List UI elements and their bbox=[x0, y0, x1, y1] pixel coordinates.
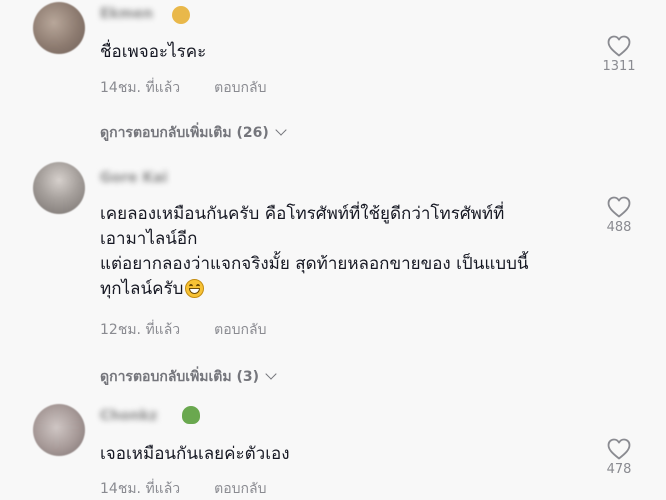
comment-text: เจอเหมือนกันเลยค่ะตัวเอง bbox=[100, 444, 290, 464]
view-more-replies-button[interactable]: ดูการตอบกลับเพิ่มเติม (26) bbox=[100, 122, 287, 144]
reply-button[interactable]: ตอบกลับ bbox=[214, 80, 266, 96]
comment-text: ชื่อเพจอะไรคะ bbox=[100, 42, 207, 62]
view-more-replies-label: ดูการตอบกลับเพิ่มเติม (26) bbox=[100, 125, 269, 141]
avatar[interactable] bbox=[33, 2, 85, 54]
like-count: 1311 bbox=[602, 59, 636, 74]
heart-outline-icon bbox=[607, 35, 631, 57]
comment-meta: 14ชม. ที่แล้ว ตอบกลับ bbox=[100, 478, 266, 500]
like-button[interactable]: 1311 bbox=[596, 35, 642, 74]
comment-username[interactable]: Gore Kai bbox=[100, 170, 167, 186]
comment-meta: 14ชม. ที่แล้ว ตอบกลับ bbox=[100, 77, 266, 99]
comment-username[interactable]: Chonkz bbox=[100, 408, 157, 424]
heart-outline-icon bbox=[607, 196, 631, 218]
avatar[interactable] bbox=[33, 404, 85, 456]
like-button[interactable]: 478 bbox=[596, 438, 642, 477]
comment-timestamp: 12ชม. ที่แล้ว bbox=[100, 322, 181, 338]
chevron-down-icon bbox=[275, 124, 287, 136]
like-count: 488 bbox=[606, 220, 632, 235]
heart-outline-icon bbox=[607, 438, 631, 460]
comment-text: เคยลองเหมือนกันครับ คือโทรศัพท์ที่ใช้ยูด… bbox=[100, 204, 529, 299]
user-badge-icon bbox=[172, 6, 190, 24]
chevron-down-icon bbox=[265, 368, 277, 380]
view-more-replies-button[interactable]: ดูการตอบกลับเพิ่มเติม (3) bbox=[100, 366, 277, 388]
like-count: 478 bbox=[606, 462, 632, 477]
comment-meta: 12ชม. ที่แล้ว ตอบกลับ bbox=[100, 319, 266, 341]
comment-timestamp: 14ชม. ที่แล้ว bbox=[100, 80, 181, 96]
like-button[interactable]: 488 bbox=[596, 196, 642, 235]
comment-username[interactable]: Ekmen bbox=[100, 6, 153, 22]
avatar[interactable] bbox=[33, 162, 85, 214]
user-badge-icon bbox=[182, 406, 200, 424]
grinning-face-emoji bbox=[185, 279, 205, 298]
reply-button[interactable]: ตอบกลับ bbox=[214, 481, 266, 497]
reply-button[interactable]: ตอบกลับ bbox=[214, 322, 266, 338]
view-more-replies-label: ดูการตอบกลับเพิ่มเติม (3) bbox=[100, 369, 260, 385]
comment-timestamp: 14ชม. ที่แล้ว bbox=[100, 481, 181, 497]
